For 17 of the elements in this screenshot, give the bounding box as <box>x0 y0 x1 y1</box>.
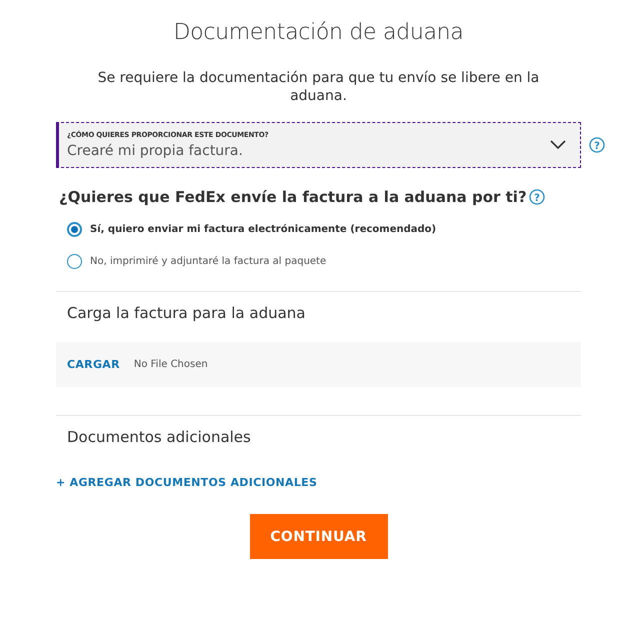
add-documents-link[interactable]: + AGREGAR DOCUMENTOS ADICIONALES <box>56 476 318 489</box>
radio-button[interactable] <box>67 222 82 236</box>
dropdown-value: Crearé mi propia factura. <box>67 143 244 159</box>
section-heading: Documentos adicionales <box>67 428 252 446</box>
help-icon[interactable]: ? <box>528 189 545 205</box>
continue-button[interactable]: CONTINUAR <box>250 514 388 559</box>
option-label: Sí, quiero enviar mi factura electrónicamente (recomendado) <box>90 224 436 234</box>
chevron-down-icon <box>550 140 566 149</box>
help-icon[interactable]: ? <box>589 137 605 153</box>
section-heading: Carga la factura para la aduana <box>67 304 306 322</box>
page-title: Documentación de aduana <box>172 20 464 45</box>
instruction-text: Se requiere la documentación para que tu envío se libere en la aduana. <box>96 69 540 105</box>
file-status-text: No File Chosen <box>134 359 208 370</box>
question-text: ¿Quieres que FedEx envíe la factura a la aduana por ti? <box>59 188 527 206</box>
option-label: No, imprimiré y adjuntaré la factura al paquete <box>90 256 326 266</box>
upload-button[interactable]: CARGAR <box>67 358 120 371</box>
radio-button[interactable] <box>67 254 82 268</box>
